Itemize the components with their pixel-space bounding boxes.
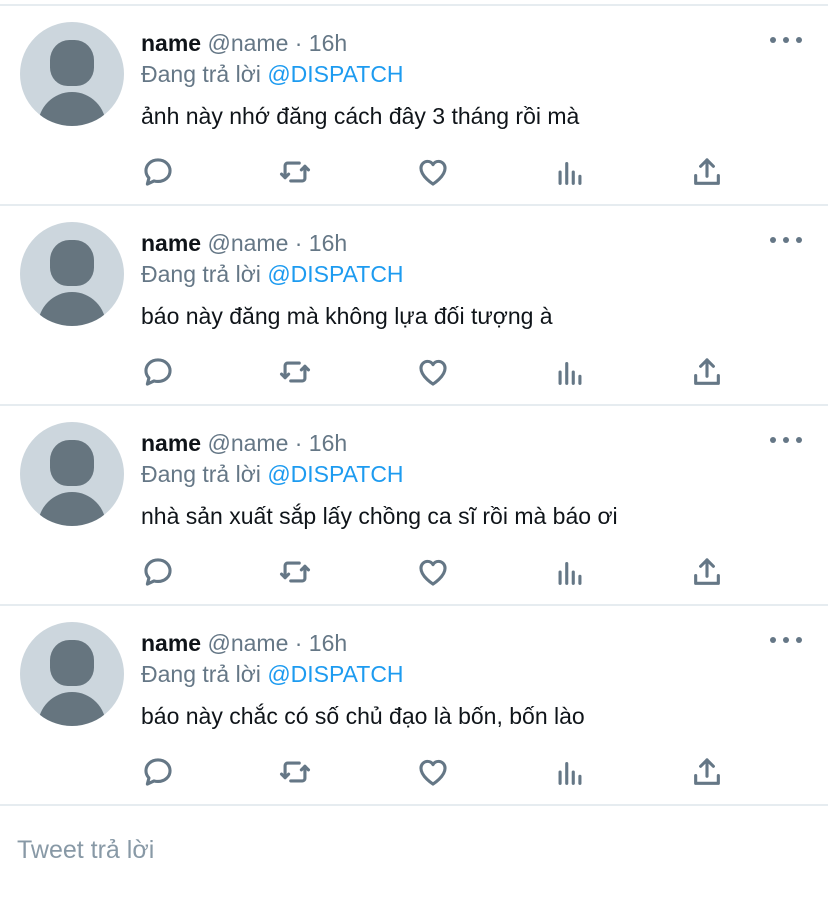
mention-link[interactable]: @DISPATCH xyxy=(267,661,403,687)
retweet-icon[interactable] xyxy=(275,752,315,792)
reply-icon[interactable] xyxy=(138,552,178,592)
more-icon[interactable] xyxy=(770,232,802,248)
retweet-icon[interactable] xyxy=(275,352,315,392)
like-icon[interactable] xyxy=(413,552,453,592)
analytics-icon[interactable] xyxy=(550,352,590,392)
reply-icon[interactable] xyxy=(138,152,178,192)
handle-and-time: @name · 16h xyxy=(207,230,348,256)
avatar[interactable] xyxy=(20,622,124,726)
reply-icon[interactable] xyxy=(138,752,178,792)
like-icon[interactable] xyxy=(413,352,453,392)
replying-to: Đang trả lời @DISPATCH xyxy=(141,259,404,289)
share-icon[interactable] xyxy=(687,152,727,192)
display-name[interactable]: name xyxy=(141,630,201,656)
replying-prefix: Đang trả lời xyxy=(141,661,261,687)
avatar[interactable] xyxy=(20,422,124,526)
more-icon[interactable] xyxy=(770,632,802,648)
reply-tweet[interactable]: name @name · 16h Đang trả lời @DISPATCH … xyxy=(0,206,828,406)
avatar[interactable] xyxy=(20,22,124,126)
mention-link[interactable]: @DISPATCH xyxy=(267,261,403,287)
handle-and-time: @name · 16h xyxy=(207,630,348,656)
like-icon[interactable] xyxy=(413,152,453,192)
retweet-icon[interactable] xyxy=(275,152,315,192)
reply-compose-input[interactable] xyxy=(0,806,828,899)
replying-to: Đang trả lời @DISPATCH xyxy=(141,659,404,689)
share-icon[interactable] xyxy=(687,552,727,592)
replying-to: Đang trả lời @DISPATCH xyxy=(141,59,404,89)
tweet-header: name @name · 16h xyxy=(141,428,347,458)
replying-to: Đang trả lời @DISPATCH xyxy=(141,459,404,489)
display-name[interactable]: name xyxy=(141,430,201,456)
display-name[interactable]: name xyxy=(141,230,201,256)
analytics-icon[interactable] xyxy=(550,552,590,592)
analytics-icon[interactable] xyxy=(550,152,590,192)
tweet-text: báo này chắc có số chủ đạo là bốn, bốn l… xyxy=(141,703,585,729)
handle-and-time: @name · 16h xyxy=(207,30,348,56)
tweet-actions xyxy=(0,352,828,392)
mention-link[interactable]: @DISPATCH xyxy=(267,461,403,487)
tweet-actions xyxy=(0,752,828,792)
replying-prefix: Đang trả lời xyxy=(141,61,261,87)
tweet-actions xyxy=(0,552,828,592)
share-icon[interactable] xyxy=(687,752,727,792)
replying-prefix: Đang trả lời xyxy=(141,461,261,487)
retweet-icon[interactable] xyxy=(275,552,315,592)
reply-tweet[interactable]: name @name · 16h Đang trả lời @DISPATCH … xyxy=(0,6,828,206)
tweet-actions xyxy=(0,152,828,192)
more-icon[interactable] xyxy=(770,432,802,448)
tweet-header: name @name · 16h xyxy=(141,28,347,58)
display-name[interactable]: name xyxy=(141,30,201,56)
reply-tweet[interactable]: name @name · 16h Đang trả lời @DISPATCH … xyxy=(0,606,828,806)
tweet-text: nhà sản xuất sắp lấy chồng ca sĩ rồi mà … xyxy=(141,503,618,529)
tweet-header: name @name · 16h xyxy=(141,628,347,658)
tweet-header: name @name · 16h xyxy=(141,228,347,258)
handle-and-time: @name · 16h xyxy=(207,430,348,456)
reply-tweet[interactable]: name @name · 16h Đang trả lời @DISPATCH … xyxy=(0,406,828,606)
share-icon[interactable] xyxy=(687,352,727,392)
more-icon[interactable] xyxy=(770,32,802,48)
tweet-text: ảnh này nhớ đăng cách đây 3 tháng rồi mà xyxy=(141,103,580,129)
mention-link[interactable]: @DISPATCH xyxy=(267,61,403,87)
analytics-icon[interactable] xyxy=(550,752,590,792)
avatar[interactable] xyxy=(20,222,124,326)
like-icon[interactable] xyxy=(413,752,453,792)
tweet-text: báo này đăng mà không lựa đối tượng à xyxy=(141,303,553,329)
reply-icon[interactable] xyxy=(138,352,178,392)
replying-prefix: Đang trả lời xyxy=(141,261,261,287)
